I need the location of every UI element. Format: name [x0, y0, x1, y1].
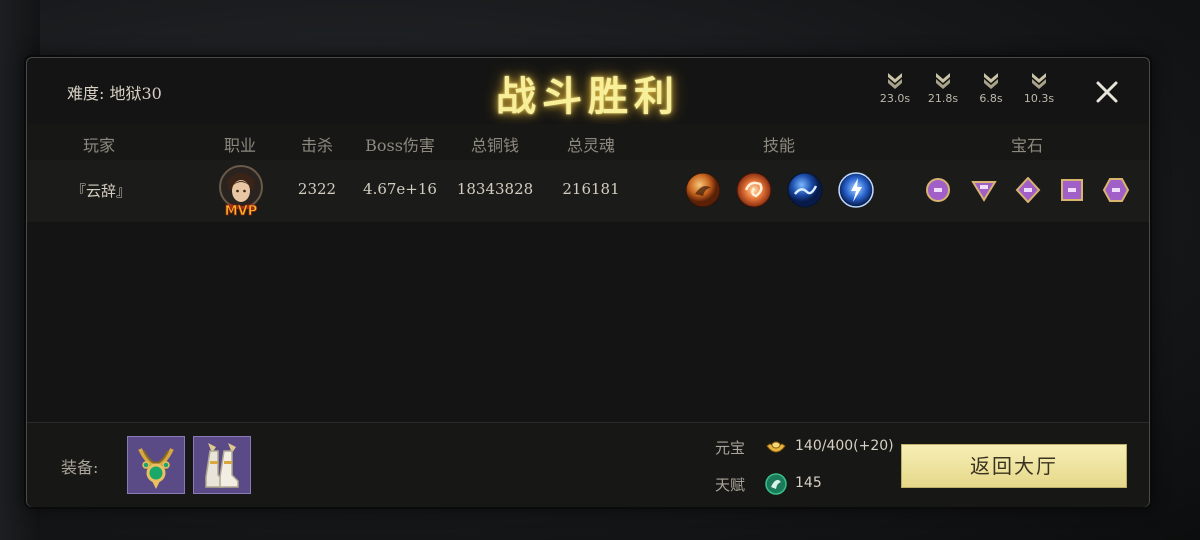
equipment-slot[interactable]: [127, 436, 185, 494]
col-gems: 宝石: [1010, 136, 1044, 155]
yuanbao-label: 元宝: [715, 439, 746, 457]
talent-label: 天赋: [715, 476, 746, 494]
total-soul-value: 216181: [562, 180, 620, 198]
circle-gem-icon[interactable]: [925, 177, 951, 203]
gold-ingot-icon: [766, 441, 786, 453]
battle-result-panel: 难度: 地狱30 战斗胜利 23.0s 21.8s 6.8s 10.3s 玩家 …: [26, 57, 1150, 507]
wave-timer: 10.3s: [1019, 70, 1059, 105]
mvp-badge: MVP: [225, 204, 258, 217]
col-job: 职业: [223, 136, 257, 155]
total-copper-value: 18343828: [456, 180, 534, 198]
wave-timer: 6.8s: [971, 70, 1011, 105]
close-icon[interactable]: [1093, 78, 1121, 106]
square-gem-icon[interactable]: [1059, 177, 1085, 203]
emerald-necklace-icon: [138, 448, 174, 489]
fire-orb-icon[interactable]: [685, 172, 721, 208]
equipment-slot[interactable]: [193, 436, 251, 494]
col-kills: 击杀: [300, 136, 334, 155]
water-wave-icon[interactable]: [787, 172, 823, 208]
yuanbao-value: 140/400(+20): [795, 438, 894, 454]
result-footer: 装备: 元宝 140/400(+20) 天赋 145 返回大厅: [27, 422, 1149, 507]
equipment-label: 装备:: [61, 458, 99, 477]
col-player: 玩家: [82, 136, 116, 155]
rank-chevron-icon: [888, 73, 902, 89]
result-header: 难度: 地狱30 战斗胜利 23.0s 21.8s 6.8s 10.3s: [27, 58, 1149, 124]
wave-timer: 21.8s: [923, 70, 963, 105]
table-header: 玩家 职业 击杀 Boss伤害 总铜钱 总灵魂 技能 宝石: [27, 124, 1149, 160]
wave-timer-value: 21.8s: [927, 92, 959, 105]
player-name: 『云辞』: [70, 182, 132, 200]
wave-timer-value: 6.8s: [979, 92, 1003, 105]
rank-chevron-icon: [1032, 73, 1046, 89]
col-skills: 技能: [762, 136, 796, 155]
col-total-soul: 总灵魂: [566, 136, 616, 155]
rank-chevron-icon: [984, 73, 998, 89]
kills-value: 2322: [297, 180, 337, 198]
lightning-orb-icon[interactable]: [838, 172, 874, 208]
col-total-copper: 总铜钱: [470, 136, 520, 155]
talent-value: 145: [795, 475, 822, 491]
col-boss-damage: Boss伤害: [365, 136, 435, 155]
wave-timers: 23.0s 21.8s 6.8s 10.3s: [875, 70, 1059, 105]
triangle-gem-icon[interactable]: [971, 177, 997, 203]
wave-timer-value: 10.3s: [1023, 92, 1055, 105]
return-lobby-button[interactable]: 返回大厅: [901, 444, 1127, 488]
rank-chevron-icon: [936, 73, 950, 89]
boss-damage-value: 4.67e+16: [363, 180, 437, 198]
player-row[interactable]: 『云辞』 MVP 2322 4.67e+16 18343828 216181: [27, 160, 1149, 222]
jade-talent-icon: [765, 473, 787, 495]
winged-boots-icon: [205, 443, 239, 488]
diamond-gem-icon[interactable]: [1015, 177, 1041, 203]
hexagon-gem-icon[interactable]: [1103, 177, 1129, 203]
wave-timer: 23.0s: [875, 70, 915, 105]
flame-swirl-icon[interactable]: [736, 172, 772, 208]
hero-avatar[interactable]: MVP: [217, 165, 265, 217]
wave-timer-value: 23.0s: [879, 92, 911, 105]
